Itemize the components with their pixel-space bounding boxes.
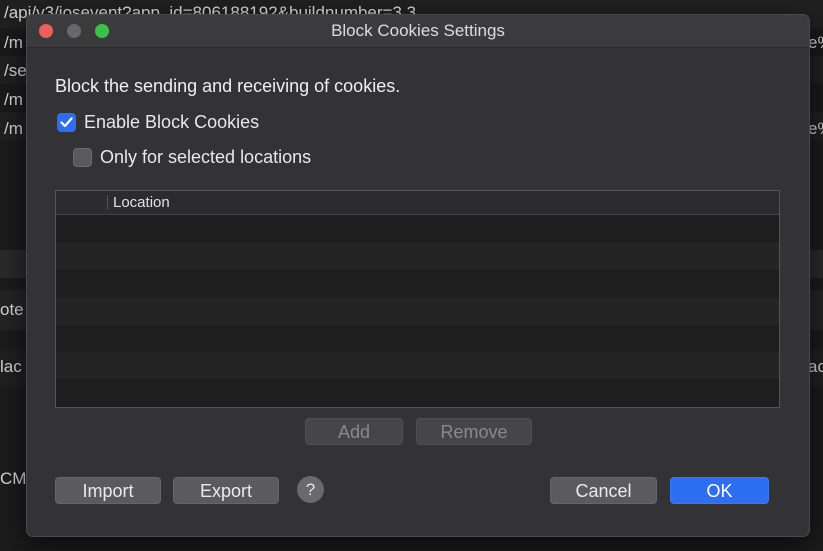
only-selected-locations-checkbox[interactable]: Only for selected locations bbox=[73, 147, 311, 168]
background-text: /se bbox=[4, 61, 27, 80]
background-text: /m bbox=[4, 90, 23, 109]
enable-block-cookies-checkbox[interactable]: Enable Block Cookies bbox=[57, 112, 259, 133]
table-row bbox=[56, 351, 779, 380]
only-selected-locations-label: Only for selected locations bbox=[100, 147, 312, 167]
ok-button[interactable]: OK bbox=[670, 477, 769, 504]
checkbox-checked[interactable] bbox=[57, 113, 76, 132]
dialog-title: Block Cookies Settings bbox=[331, 21, 505, 40]
table-row bbox=[56, 325, 779, 352]
checkmark-icon bbox=[60, 117, 73, 128]
table-row bbox=[56, 297, 779, 325]
checkbox-unchecked[interactable] bbox=[73, 148, 92, 167]
remove-button[interactable]: Remove bbox=[416, 418, 532, 445]
locations-table[interactable]: Location bbox=[55, 190, 780, 408]
help-icon: ? bbox=[305, 480, 316, 499]
table-row bbox=[56, 379, 779, 406]
dialog-heading: Block the sending and receiving of cooki… bbox=[55, 76, 401, 96]
table-body[interactable] bbox=[56, 215, 779, 407]
import-button[interactable]: Import bbox=[55, 477, 161, 504]
cancel-button[interactable]: Cancel bbox=[550, 477, 657, 504]
export-button[interactable]: Export bbox=[173, 477, 279, 504]
background-text: ote bbox=[0, 300, 24, 319]
enable-block-cookies-label: Enable Block Cookies bbox=[84, 112, 260, 132]
background-text: /m bbox=[4, 119, 23, 138]
table-row bbox=[56, 270, 779, 297]
title-bar[interactable]: Block Cookies Settings bbox=[27, 15, 809, 48]
table-row bbox=[56, 215, 779, 242]
column-header-location[interactable]: Location bbox=[113, 194, 170, 211]
add-button[interactable]: Add bbox=[305, 418, 403, 445]
background-text: e% bbox=[808, 33, 823, 52]
help-button[interactable]: ? bbox=[297, 476, 324, 503]
background-text: e% bbox=[808, 119, 823, 138]
table-header: Location bbox=[56, 191, 779, 215]
background-text: lac bbox=[0, 357, 22, 376]
table-row bbox=[56, 242, 779, 270]
background-text: ac bbox=[808, 357, 823, 376]
background-text: /m bbox=[4, 33, 23, 52]
column-separator bbox=[107, 195, 108, 210]
block-cookies-dialog: Block Cookies Settings Block the sending… bbox=[26, 14, 810, 537]
